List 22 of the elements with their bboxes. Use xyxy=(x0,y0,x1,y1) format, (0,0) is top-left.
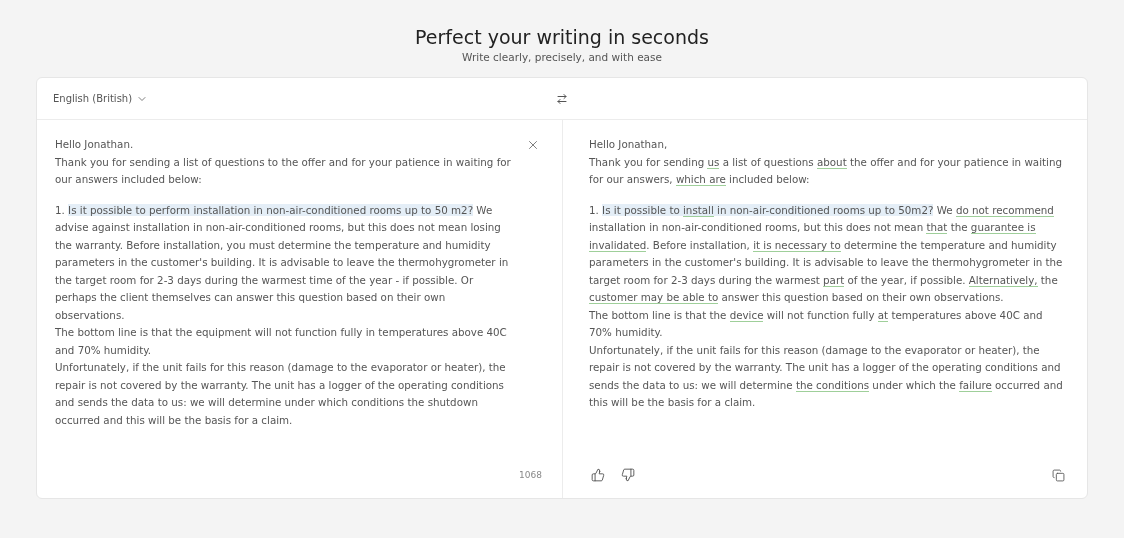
corrected-paragraph: Thank you for sending us a list of questions about the offer and for your patience in waiting for our answers, which are included below: xyxy=(589,154,1063,188)
corrected-paragraph: Unfortunately, if the unit fails for this reason (damage to the evaporator or heater), the repair is not covered by the warranty. The unit has a logger of the operating conditions and sends the data to us: we will determine the conditions under which the failure occurred and this will be the basis for a claim. xyxy=(589,342,1064,410)
input-paragraph: Thank you for sending a list of questions to the offer and for your patience in waiting for our answers included below: xyxy=(55,154,512,187)
corrected-paragraph: 1. Is it possible to install in non-air-conditioned rooms up to 50m2? We do not recommend installation in non-air-conditioned rooms, but this does not mean that the guarantee is invalidated. Before installation, it is necessary to determine the temperature and humidity parameters in the customer's building. It is advisable to leave the thermohygrometer in the target room for 2-3 days during the warmest part of the year, if possible. Alternatively, the customer may be able to answer this question based on their own observations. xyxy=(589,202,1064,306)
input-paragraph: Unfortunately, if the unit fails for this reason (damage to the evaporator or heater), the repair is not covered by the warranty. The unit has a logger of the operating conditions and sends the data to us: we will determine under which conditions the shutdown occurred and this will be the basis for a claim. xyxy=(55,360,507,428)
corrected-paragraph: Hello Jonathan, xyxy=(589,137,669,152)
input-paragraph: Hello Jonathan. xyxy=(55,137,135,152)
copy-button[interactable] xyxy=(1050,466,1067,484)
character-count: 1068 xyxy=(519,470,542,480)
thumbs-down-button[interactable] xyxy=(619,466,637,484)
thumbs-down-icon xyxy=(621,468,635,482)
copy-icon xyxy=(1052,468,1065,482)
thumbs-up-icon xyxy=(591,468,605,482)
input-paragraph: 1. Is it possible to perform installation in non-air-conditioned rooms up to 50 m2? We advise against installation in non-air-conditioned rooms, but this does not mean losing the warranty. Before installation, you must determine the temperature and humidity parameters in the customer's building. It is advisable to leave the thermohygrometer in the target room for 2-3 days during the warmest time of the year - if possible. Or perhaps the client themselves can answer this question based on their own observations. xyxy=(55,202,510,323)
page-title: Perfect your writing in seconds xyxy=(415,26,709,48)
corrected-paragraph: The bottom line is that the device will not function fully at temperatures above 40C and 70% humidity. xyxy=(589,307,1044,340)
page-subtitle: Write clearly, precisely, and with ease xyxy=(462,51,662,63)
input-paragraph: The bottom line is that the equipment will not function fully in temperatures above 40C and 70% humidity. xyxy=(55,325,508,358)
close-icon xyxy=(526,138,540,152)
thumbs-up-button[interactable] xyxy=(589,466,607,484)
swap-arrows-icon xyxy=(556,92,568,105)
language-dropdown[interactable]: English (British) xyxy=(53,90,149,107)
